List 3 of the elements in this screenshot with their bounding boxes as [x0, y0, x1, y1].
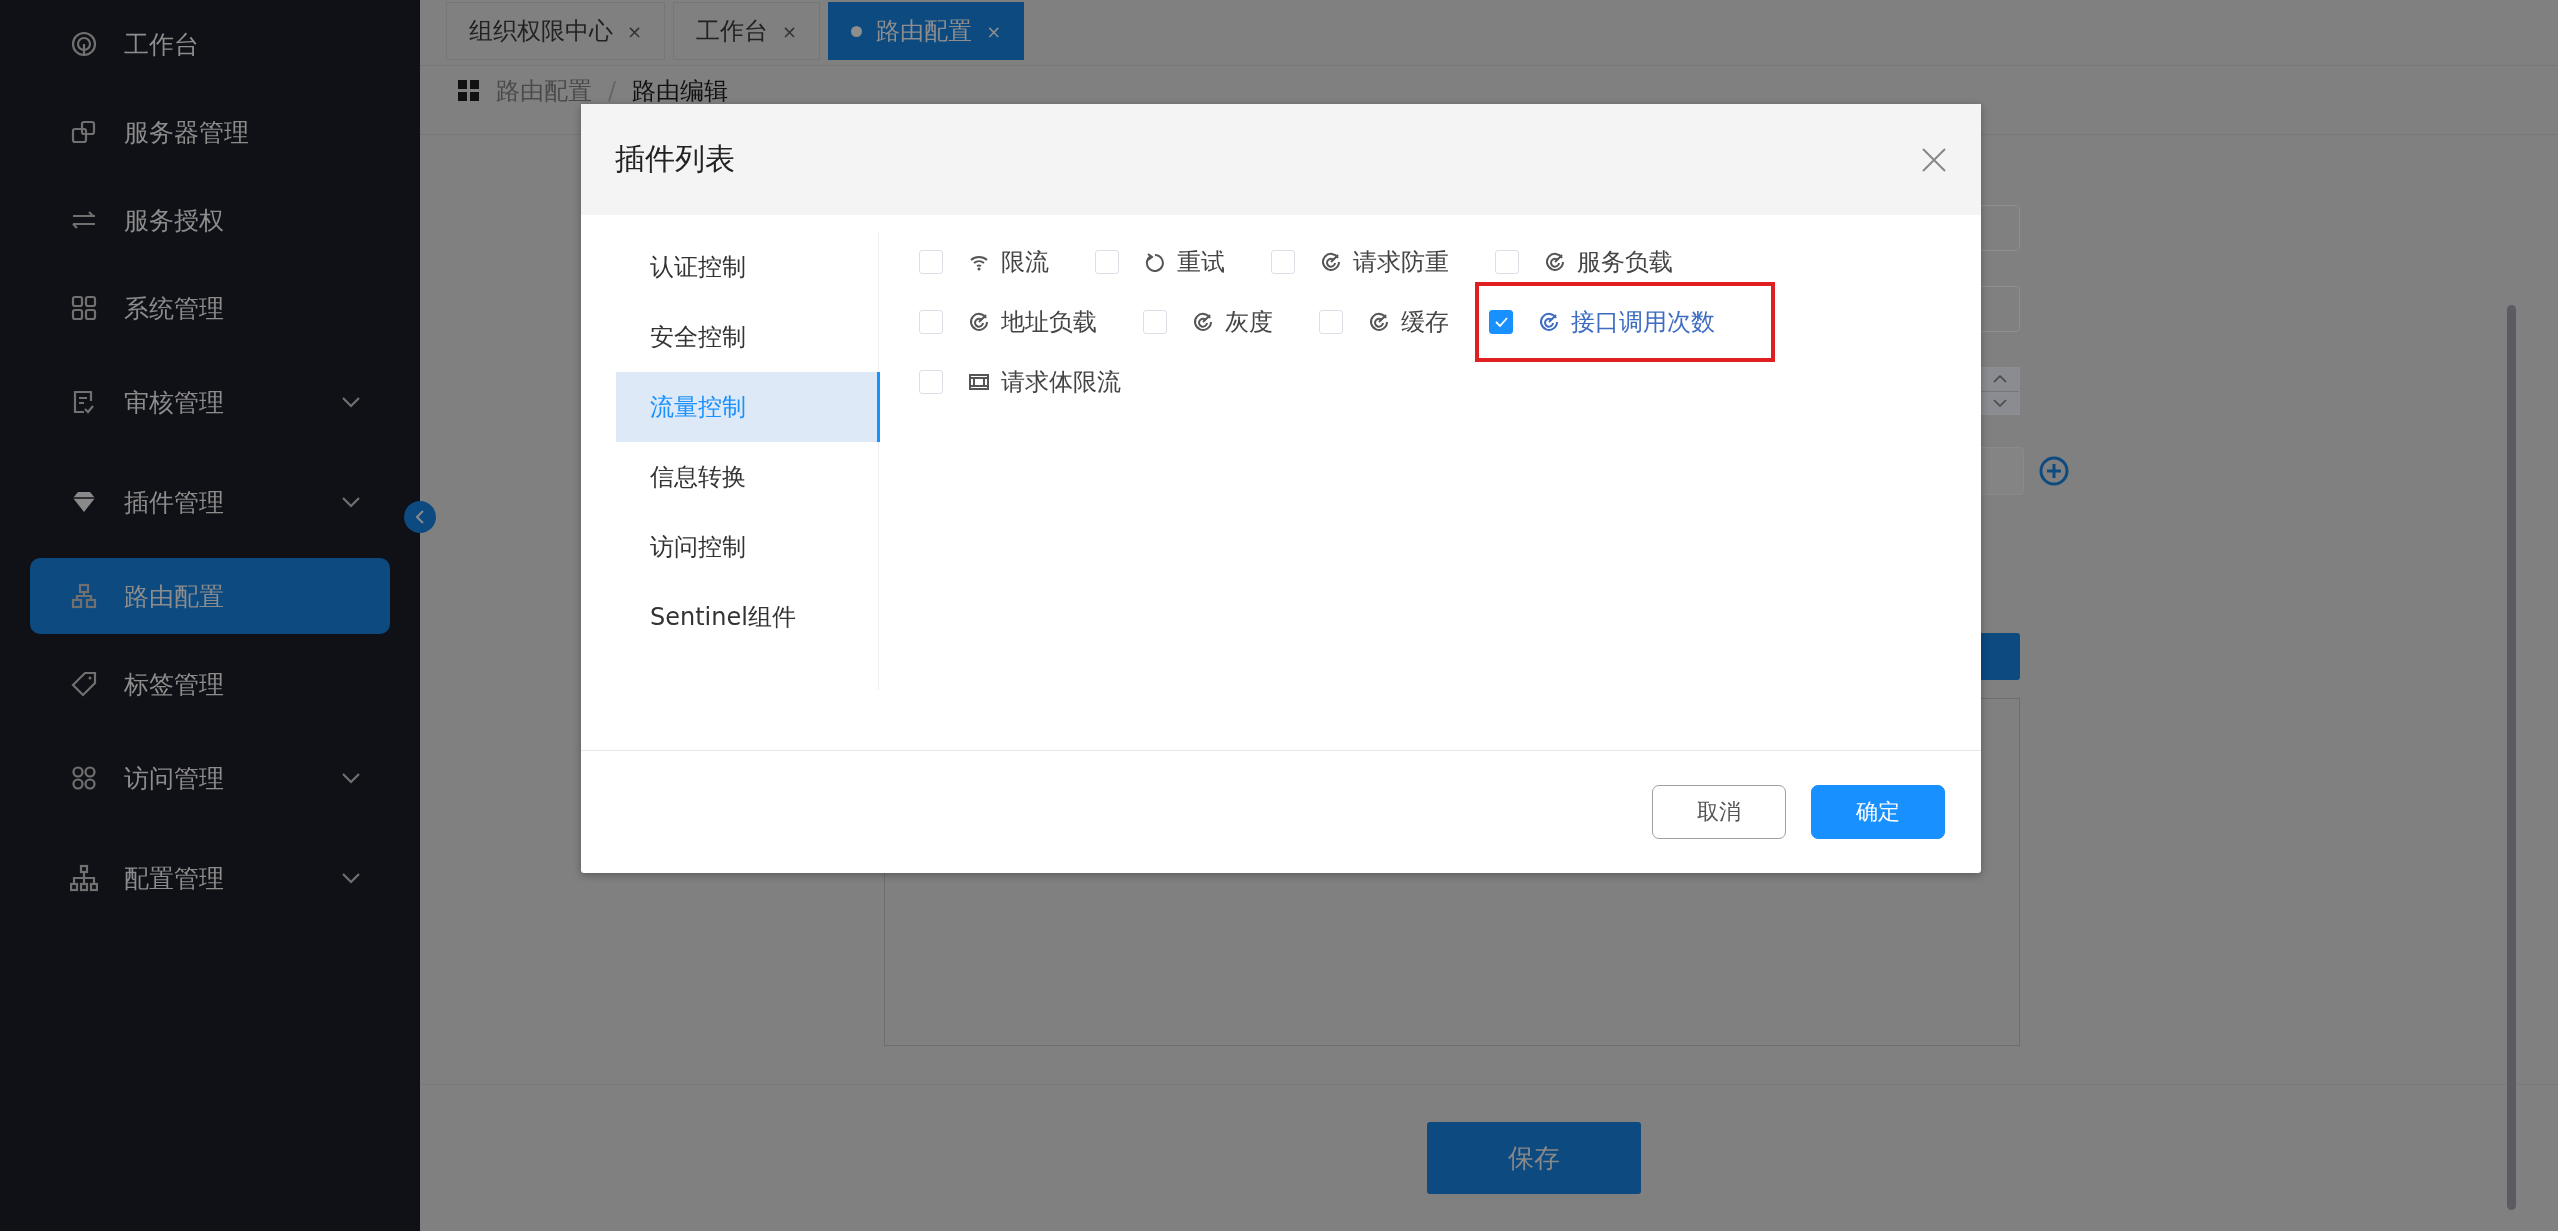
- breadcrumb-current: 路由编辑: [632, 76, 729, 107]
- breadcrumb-separator: /: [608, 77, 617, 105]
- dialog-title: 插件列表: [615, 140, 735, 178]
